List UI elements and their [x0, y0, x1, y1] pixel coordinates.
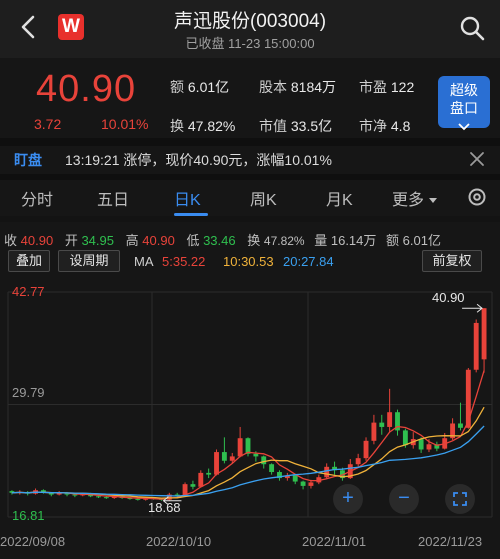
- candle-body: [206, 472, 212, 475]
- candle-body: [387, 412, 393, 427]
- high-marker-label: 40.90: [432, 290, 465, 305]
- candle-body: [292, 475, 298, 482]
- candle-body: [300, 481, 306, 486]
- ma5-value: 5:35.22: [162, 254, 206, 269]
- ohlc-low: 低 33.46: [186, 233, 236, 248]
- stock-detail-screen: W 声迅股份(003004) 已收盘 11-23 15:00:00 40.90 …: [0, 0, 500, 559]
- candle-body: [308, 482, 314, 486]
- stock-title: 声迅股份(003004): [173, 11, 327, 32]
- ma-label: MA: [134, 254, 154, 269]
- ohlc-turnover: 换 47.82%: [247, 233, 305, 248]
- y-axis-max: 42.77: [12, 284, 45, 299]
- zoom-in-button[interactable]: +: [333, 484, 363, 514]
- current-price: 40.90: [36, 68, 137, 110]
- candle-body: [237, 438, 243, 457]
- price-change-pct: 10.01%: [101, 116, 149, 132]
- caret-down-icon: [429, 198, 438, 203]
- candle-body: [355, 458, 361, 465]
- ohlc-open: 开 34.95: [64, 233, 114, 248]
- watch-notification-bar[interactable]: 盯盘 13:19:21 涨停，现价40.90元，涨幅10.01%: [0, 144, 500, 174]
- chart-period-tabs: 分时 五日 日K 周K 月K 更多: [0, 180, 500, 216]
- tab-intraday[interactable]: 分时: [21, 186, 53, 210]
- y-axis-mid: 29.79: [12, 385, 45, 400]
- date-label-1: 2022/09/08: [0, 534, 66, 549]
- super-button-line1: 超级: [450, 82, 478, 98]
- candle-body: [229, 456, 235, 461]
- candle-body: [269, 464, 275, 473]
- candle-body: [379, 422, 385, 427]
- super-button-line2: 盘口: [450, 100, 478, 116]
- candle-body: [426, 444, 432, 450]
- tab-five-day[interactable]: 五日: [97, 186, 129, 210]
- quote-pe: 市盈 122: [359, 79, 415, 95]
- quote-turnover-amount: 额 6.01亿: [170, 79, 230, 95]
- price-change: 3.72: [34, 116, 62, 132]
- chevron-down-icon: [458, 123, 470, 131]
- candle-body: [135, 498, 141, 500]
- date-label-3: 2022/11/01: [302, 534, 367, 549]
- tab-weekly-k[interactable]: 周K: [250, 186, 277, 210]
- date-label-4: 2022/11/23: [418, 534, 483, 549]
- quote-pb: 市净 4.8: [359, 118, 411, 134]
- ohlc-amount: 额 6.01亿: [386, 233, 441, 248]
- ma10-value: 10:30.53: [223, 254, 274, 269]
- quote-turnover-rate: 换 47.82%: [170, 118, 236, 134]
- candle-body: [72, 494, 78, 496]
- ohlc-summary: 收 40.90 开 34.95 高 40.90 低 33.46 换 47.82%…: [4, 230, 500, 249]
- forward-adjust-button[interactable]: 前复权: [422, 250, 482, 272]
- fullscreen-button[interactable]: [445, 484, 475, 514]
- candle-body: [190, 484, 196, 487]
- divider: [0, 216, 500, 222]
- candle-body: [473, 322, 479, 370]
- top-bar: W 声迅股份(003004) 已收盘 11-23 15:00:00: [0, 0, 500, 58]
- candle-body: [198, 472, 204, 487]
- tab-monthly-k[interactable]: 月K: [326, 186, 353, 210]
- zoom-out-button[interactable]: −: [389, 484, 419, 514]
- quote-share-capital: 股本 8184万: [259, 79, 337, 95]
- candle-body: [103, 497, 109, 499]
- candle-body: [363, 440, 369, 459]
- gear-icon[interactable]: [466, 186, 488, 208]
- candle-body: [214, 452, 219, 475]
- candle-body: [221, 452, 227, 461]
- candle-body: [261, 456, 267, 465]
- search-icon[interactable]: [458, 14, 486, 42]
- tab-more[interactable]: 更多: [392, 186, 438, 210]
- expand-icon: [453, 492, 467, 506]
- low-marker-label: 18.68: [148, 500, 181, 515]
- super-orderbook-button[interactable]: 超级 盘口: [438, 76, 490, 131]
- candle-body: [371, 422, 377, 441]
- market-status: 已收盘 11-23 15:00:00: [185, 36, 315, 51]
- candle-body: [481, 308, 487, 360]
- ohlc-high: 高 40.90: [125, 233, 175, 248]
- candle-body: [253, 453, 259, 457]
- overlay-button[interactable]: 叠加: [8, 250, 50, 272]
- watch-message: 13:19:21 涨停，现价40.90元，涨幅10.01%: [65, 152, 332, 168]
- ohlc-volume: 量 16.14万: [314, 233, 377, 248]
- candle-body: [245, 438, 251, 454]
- ma20-value: 20:27.84: [283, 254, 334, 269]
- y-axis-min: 16.81: [12, 508, 45, 523]
- watch-tag: 盯盘: [14, 152, 42, 168]
- date-label-2: 2022/10/10: [146, 534, 212, 549]
- candle-body: [458, 423, 463, 428]
- kline-chart[interactable]: [0, 282, 500, 544]
- ohlc-close: 收 40.90: [4, 233, 54, 248]
- quote-market-cap: 市值 33.5亿: [259, 118, 333, 134]
- close-icon[interactable]: [468, 150, 486, 168]
- candle-body: [465, 369, 471, 428]
- candle-body: [418, 439, 424, 450]
- candle-body: [402, 430, 408, 446]
- candle-body: [96, 496, 101, 498]
- candle-body: [324, 466, 330, 478]
- set-period-button[interactable]: 设周期: [58, 250, 120, 272]
- high-marker-arrow: [462, 303, 483, 313]
- tab-daily-k[interactable]: 日K: [174, 186, 201, 210]
